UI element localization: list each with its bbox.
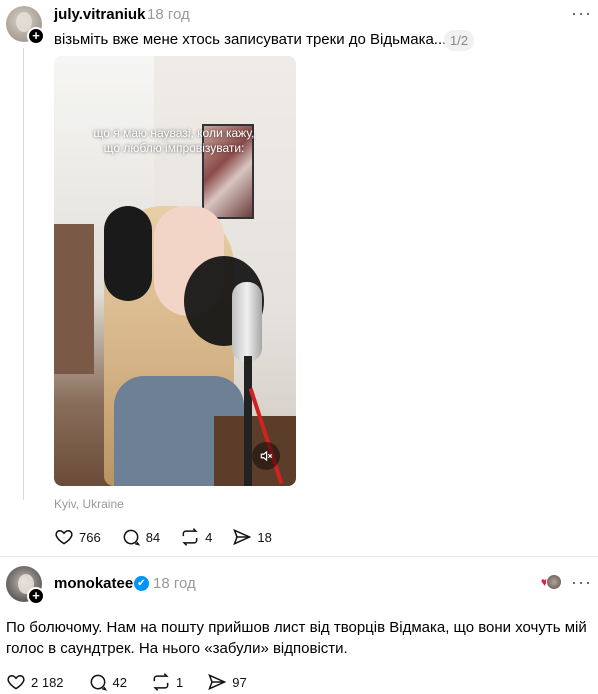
username[interactable]: july.vitraniuk — [54, 6, 145, 23]
post-divider — [0, 556, 598, 557]
post-location[interactable]: Kyiv, Ukraine — [54, 497, 124, 511]
thread-post-1: + july.vitraniuk 18 год ··· візьміть вже… — [0, 0, 598, 556]
follow-plus-icon[interactable]: + — [27, 587, 45, 605]
comment-button[interactable]: 42 — [88, 672, 127, 692]
thread-connector-line — [23, 48, 24, 500]
post-actions: 766 84 4 18 — [54, 527, 292, 547]
repost-button[interactable]: 4 — [180, 527, 212, 547]
like-button[interactable]: 766 — [54, 527, 101, 547]
video-headphones — [104, 206, 152, 301]
comment-count: 84 — [145, 529, 161, 545]
more-options-icon[interactable]: ··· — [571, 4, 592, 22]
more-options-icon[interactable]: ··· — [571, 573, 592, 591]
video-mic-stand — [244, 356, 252, 486]
post-time: 18 год — [153, 575, 196, 592]
mute-icon[interactable] — [252, 442, 280, 470]
verified-badge-icon: ✔ — [134, 576, 149, 591]
heart-icon — [7, 674, 25, 690]
repost-icon — [153, 673, 169, 691]
repost-button[interactable]: 1 — [151, 672, 183, 692]
video-bg-shelf — [54, 224, 94, 374]
comment-icon — [90, 674, 107, 691]
share-icon — [208, 673, 227, 691]
share-button[interactable]: 18 — [232, 527, 272, 547]
post-video[interactable]: що я маю наувазі, коли кажу, що люблю ім… — [54, 56, 296, 486]
post-text: візьміть вже мене хтось записувати треки… — [54, 31, 447, 48]
share-button[interactable]: 97 — [207, 672, 247, 692]
like-count: 2 182 — [31, 674, 64, 690]
like-count: 766 — [79, 529, 101, 545]
post-time: 18 год — [147, 6, 190, 23]
liker-avatar — [546, 574, 562, 590]
username[interactable]: monokatee — [54, 575, 133, 592]
comment-icon — [123, 529, 140, 546]
comment-count: 42 — [112, 674, 128, 690]
thread-counter: 1/2 — [444, 30, 475, 51]
comment-button[interactable]: 84 — [121, 527, 160, 547]
video-caption: що я маю наувазі, коли кажу, що люблю ім… — [93, 126, 255, 155]
share-icon — [233, 528, 252, 546]
post-actions: 2 182 42 1 97 — [6, 672, 271, 692]
repost-count: 4 — [205, 529, 213, 545]
share-count: 18 — [257, 529, 272, 545]
repost-icon — [182, 528, 198, 546]
reactions-preview[interactable]: ♥ — [541, 574, 562, 590]
like-button[interactable]: 2 182 — [6, 672, 64, 692]
heart-icon — [55, 529, 73, 545]
repost-count: 1 — [176, 674, 184, 690]
video-microphone — [232, 282, 262, 362]
post-text: По болючому. Нам на пошту прийшов лист в… — [6, 619, 587, 657]
share-count: 97 — [232, 674, 247, 690]
follow-plus-icon[interactable]: + — [27, 27, 45, 45]
